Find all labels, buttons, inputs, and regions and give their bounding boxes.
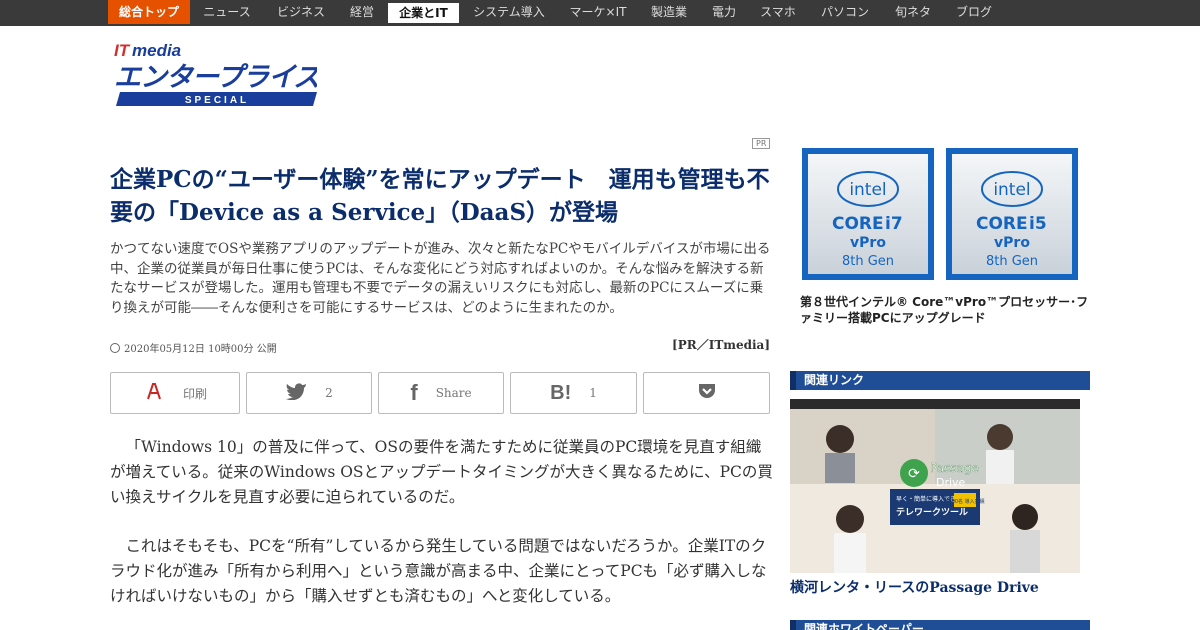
twitter-count: 2 bbox=[325, 386, 333, 400]
article-lead: かつてない速度でOSや業務アプリのアップデートが進み、次々と新たなPCやモバイル… bbox=[110, 241, 771, 316]
nav-item-enterprise-it[interactable]: 企業とIT bbox=[388, 3, 459, 23]
svg-text:media: media bbox=[132, 41, 181, 60]
svg-text:CORE: CORE bbox=[976, 214, 1028, 234]
pr-badge: PR bbox=[752, 138, 771, 149]
related-whitepaper-heading: 関連ホワイトペーパー bbox=[790, 620, 1090, 630]
svg-text:SPECIAL: SPECIAL bbox=[185, 95, 249, 106]
svg-text:IT: IT bbox=[114, 41, 131, 60]
svg-text:1000名 導入実績: 1000名 導入実績 bbox=[945, 498, 984, 505]
nav-item-trending[interactable]: 旬ネタ bbox=[888, 0, 938, 24]
top-nav: 総合トップ ニュース ビジネス 経営 企業とIT システム導入 マーケ×IT 製… bbox=[0, 0, 1200, 26]
svg-text:8th Gen: 8th Gen bbox=[842, 254, 894, 269]
nav-item-smartphone[interactable]: スマホ bbox=[756, 0, 800, 24]
nav-item-home[interactable]: 総合トップ bbox=[108, 0, 190, 24]
hatena-bookmark-button[interactable]: B! 1 bbox=[510, 372, 637, 414]
facebook-label: Share bbox=[435, 386, 472, 400]
nav-item-pc[interactable]: パソコン bbox=[814, 0, 876, 24]
publish-date-text: 2020年05月12日 10時00分 公開 bbox=[124, 344, 277, 355]
article-paragraph: これはそもそも、PCを“所有”しているから発生している問題ではないだろうか。企業… bbox=[110, 537, 767, 605]
intel-cpu-ad[interactable]: intel CORE i7 vPro 8th Gen intel CORE i5… bbox=[800, 147, 1080, 282]
nav-item-business[interactable]: ビジネス bbox=[268, 0, 334, 24]
site-logo[interactable]: IT media エンタープライズ SPECIAL bbox=[112, 40, 327, 106]
hatena-count: 1 bbox=[589, 386, 597, 400]
svg-text:intel: intel bbox=[849, 180, 886, 200]
passage-drive-logo: Passage bbox=[930, 461, 979, 475]
print-button[interactable]: 印刷 bbox=[110, 372, 240, 414]
nav-item-system-install[interactable]: システム導入 bbox=[466, 0, 552, 24]
svg-text:i7: i7 bbox=[885, 214, 903, 234]
svg-text:intel: intel bbox=[993, 180, 1030, 200]
print-label: 印刷 bbox=[182, 386, 207, 401]
facebook-icon: f bbox=[410, 380, 418, 405]
twitter-share-button[interactable]: 2 bbox=[246, 372, 372, 414]
svg-text:⟳: ⟳ bbox=[908, 466, 920, 482]
article-credit: [PR／ITmedia] bbox=[672, 338, 770, 352]
passage-drive-link[interactable]: 横河レンタ・リースのPassage Drive bbox=[790, 577, 1039, 597]
svg-text:CORE: CORE bbox=[832, 214, 884, 234]
svg-text:vPro: vPro bbox=[850, 235, 886, 251]
twitter-icon bbox=[285, 381, 307, 405]
nav-item-power[interactable]: 電力 bbox=[706, 0, 742, 24]
core-i5-badge: intel CORE i5 vPro 8th Gen bbox=[946, 148, 1078, 280]
nav-item-management[interactable]: 経営 bbox=[342, 0, 382, 24]
svg-text:8th Gen: 8th Gen bbox=[986, 254, 1038, 269]
article-headline: 企業PCの“ユーザー体験”を常にアップデート 運用も管理も不要の「Device … bbox=[110, 166, 770, 226]
svg-text:テレワークツール: テレワークツール bbox=[896, 507, 968, 518]
related-links-heading: 関連リンク bbox=[790, 371, 1090, 390]
nav-item-news[interactable]: ニュース bbox=[196, 0, 258, 24]
svg-text:i5: i5 bbox=[1029, 214, 1047, 234]
intel-ad-caption[interactable]: 第８世代インテル® Core™vPro™プロセッサー･ファミリー搭載PCにアップ… bbox=[800, 294, 1090, 326]
svg-text:vPro: vPro bbox=[994, 235, 1030, 251]
pocket-button[interactable] bbox=[643, 372, 770, 414]
nav-item-blog[interactable]: ブログ bbox=[950, 0, 998, 24]
clock-icon bbox=[110, 342, 120, 353]
nav-item-manufacturing[interactable]: 製造業 bbox=[644, 0, 694, 24]
svg-text:Drive: Drive bbox=[936, 476, 966, 489]
facebook-share-button[interactable]: f Share bbox=[378, 372, 504, 414]
svg-text:エンタープライズ: エンタープライズ bbox=[114, 62, 317, 93]
passage-drive-promo-image[interactable]: ⟳ Passage Drive 早く・簡単に導入できる テレワークツール 100… bbox=[790, 399, 1080, 573]
publish-date: 2020年05月12日 10時00分 公開 bbox=[110, 340, 277, 355]
article-paragraph: 「Windows 10」の普及に伴って、OSの要件を満たすために従業員のPC環境… bbox=[110, 438, 773, 506]
nav-item-marketing[interactable]: マーケ×IT bbox=[562, 0, 634, 24]
core-i7-badge: intel CORE i7 vPro 8th Gen bbox=[802, 148, 934, 280]
print-icon bbox=[143, 380, 165, 407]
hatena-bookmark-icon: B! bbox=[550, 381, 572, 404]
pocket-icon bbox=[697, 381, 717, 405]
